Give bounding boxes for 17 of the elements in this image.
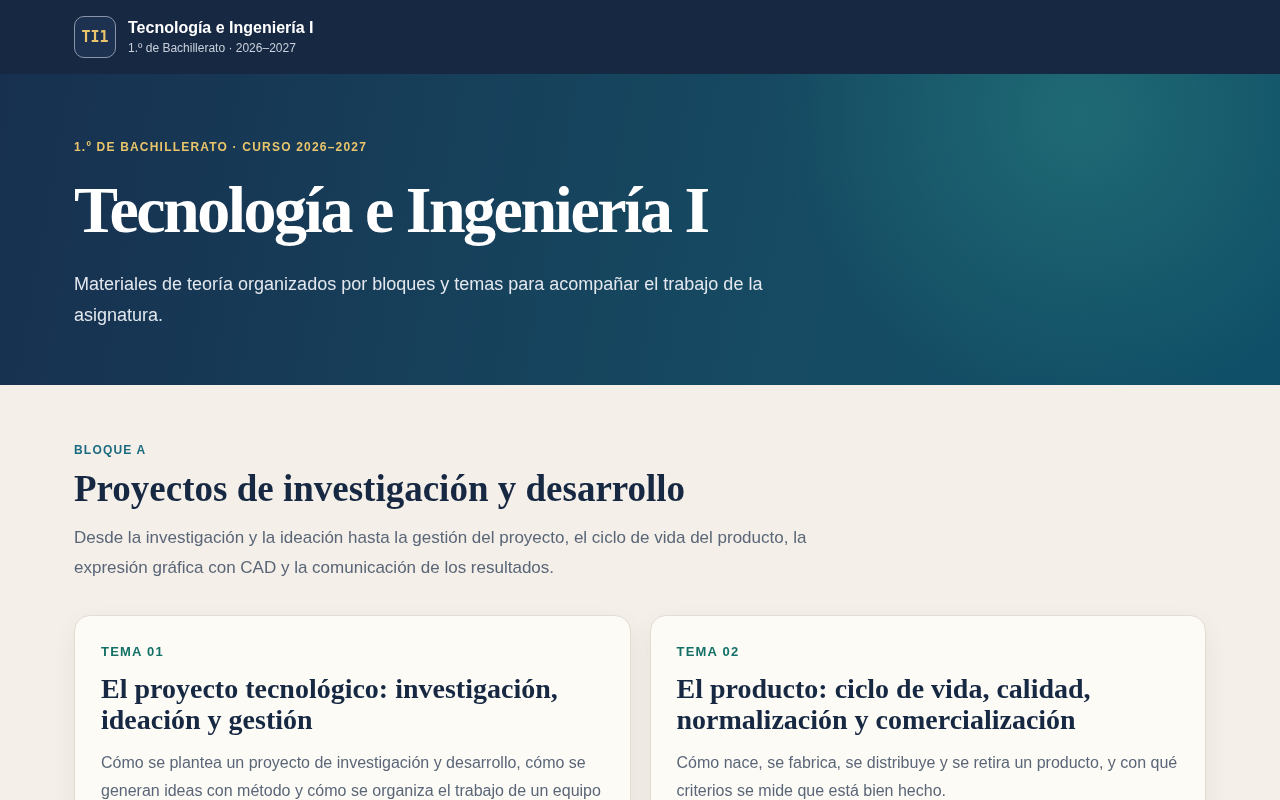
topic-label: TEMA 02 [676, 644, 740, 660]
topic-description: Cómo se plantea un proyecto de investigación y desarrollo, cómo se generan ideas con método y cómo se organiza el trabajo de un equipo [101, 753, 602, 800]
topic-card[interactable] [74, 615, 631, 800]
hero-lead: Materiales de teoría organizados por bloques y temas para acompañar el trabajo de la asignatura. [74, 272, 764, 327]
hero-title: Tecnología e Ingeniería I [74, 174, 708, 247]
hero-eyebrow: 1.º DE BACHILLERATO · CURSO 2026–2027 [74, 140, 368, 154]
block-description: Desde la investigación y la ideación hasta la gestión del proyecto, el ciclo de vida del producto, la expresión gráfica con CAD y la comunicación de los resultados. [74, 527, 808, 580]
topic-card[interactable]: TEMA 02 El producto: ciclo de vida, calidad, normalización y comercialización Cómo nace, se fabrica, se distribuye y se retira un producto, y con qué criterios se mide que está bien hecho. [649, 615, 1206, 800]
block-eyebrow: BLOQUE A [74, 443, 147, 457]
topic-title: El proyecto tecnológico: investigación, ideación y gestión [101, 673, 559, 736]
topic-title: El producto: ciclo de vida, calidad, normalización y comercialización [676, 673, 1092, 736]
block-title: Proyectos de investigación y desarrollo [74, 467, 686, 511]
site-subtitle: 1.º de Bachillerato · 2026–2027 [128, 41, 297, 55]
topic-description: Cómo nace, se fabrica, se distribuye y se retira un producto, y con qué criterios se mide que está bien hecho. [676, 753, 1179, 800]
site-title[interactable]: Tecnología e Ingeniería I [128, 19, 314, 37]
topic-label: TEMA 01 [101, 644, 164, 660]
logo-badge[interactable]: TI1 [74, 16, 116, 58]
